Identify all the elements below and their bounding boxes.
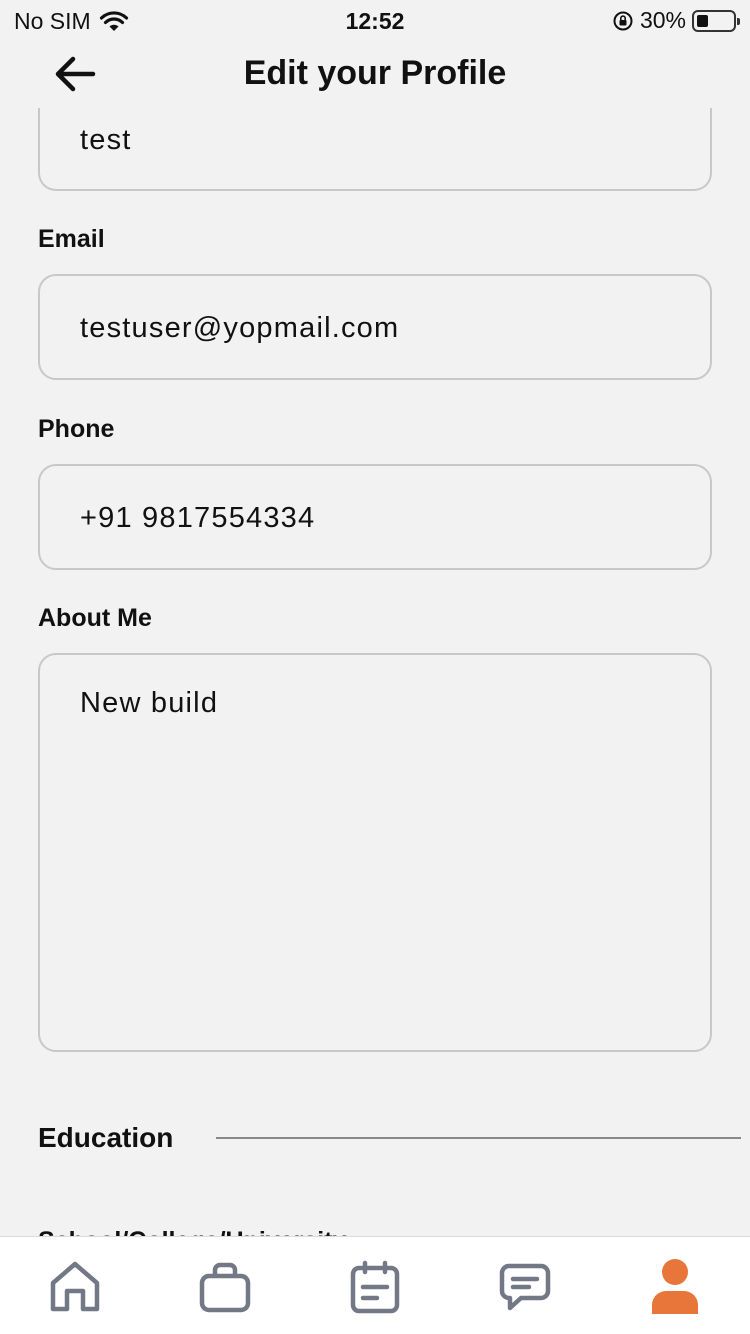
orientation-lock-icon [613,11,633,30]
tab-bar [0,1236,750,1334]
school-label: School/College/University [38,1227,346,1236]
about-me-textarea[interactable]: New build [38,653,712,1052]
about-me-label: About Me [38,604,152,632]
tab-messages[interactable] [490,1255,560,1319]
education-heading: Education [38,1122,174,1153]
section-divider [216,1137,741,1139]
tab-home[interactable] [40,1255,110,1319]
email-field[interactable]: testuser@yopmail.com [38,274,712,380]
phone-field[interactable]: +91 9817554334 [38,464,712,570]
tab-profile[interactable] [640,1255,710,1319]
battery-percent: 30% [639,7,686,33]
chat-icon [499,1263,551,1311]
battery-icon [692,9,740,32]
profile-icon [652,1259,698,1314]
name-field[interactable]: test [38,108,712,191]
nav-bar: Edit your Profile [0,40,750,108]
tab-tasks[interactable] [340,1255,410,1319]
battery-group: 30% [612,7,740,34]
battery-fill [697,14,708,27]
phone-label: Phone [38,415,115,443]
home-icon [50,1261,100,1312]
email-label: Email [38,225,105,253]
page-title: Edit your Profile [243,54,507,92]
calendar-icon [350,1260,400,1314]
status-bar: No SIM 12:52 30% [0,0,750,40]
profile-form[interactable]: test Email testuser@yopmail.com Phone +9… [0,108,750,1236]
briefcase-icon [199,1262,251,1313]
tab-jobs[interactable] [190,1255,260,1319]
